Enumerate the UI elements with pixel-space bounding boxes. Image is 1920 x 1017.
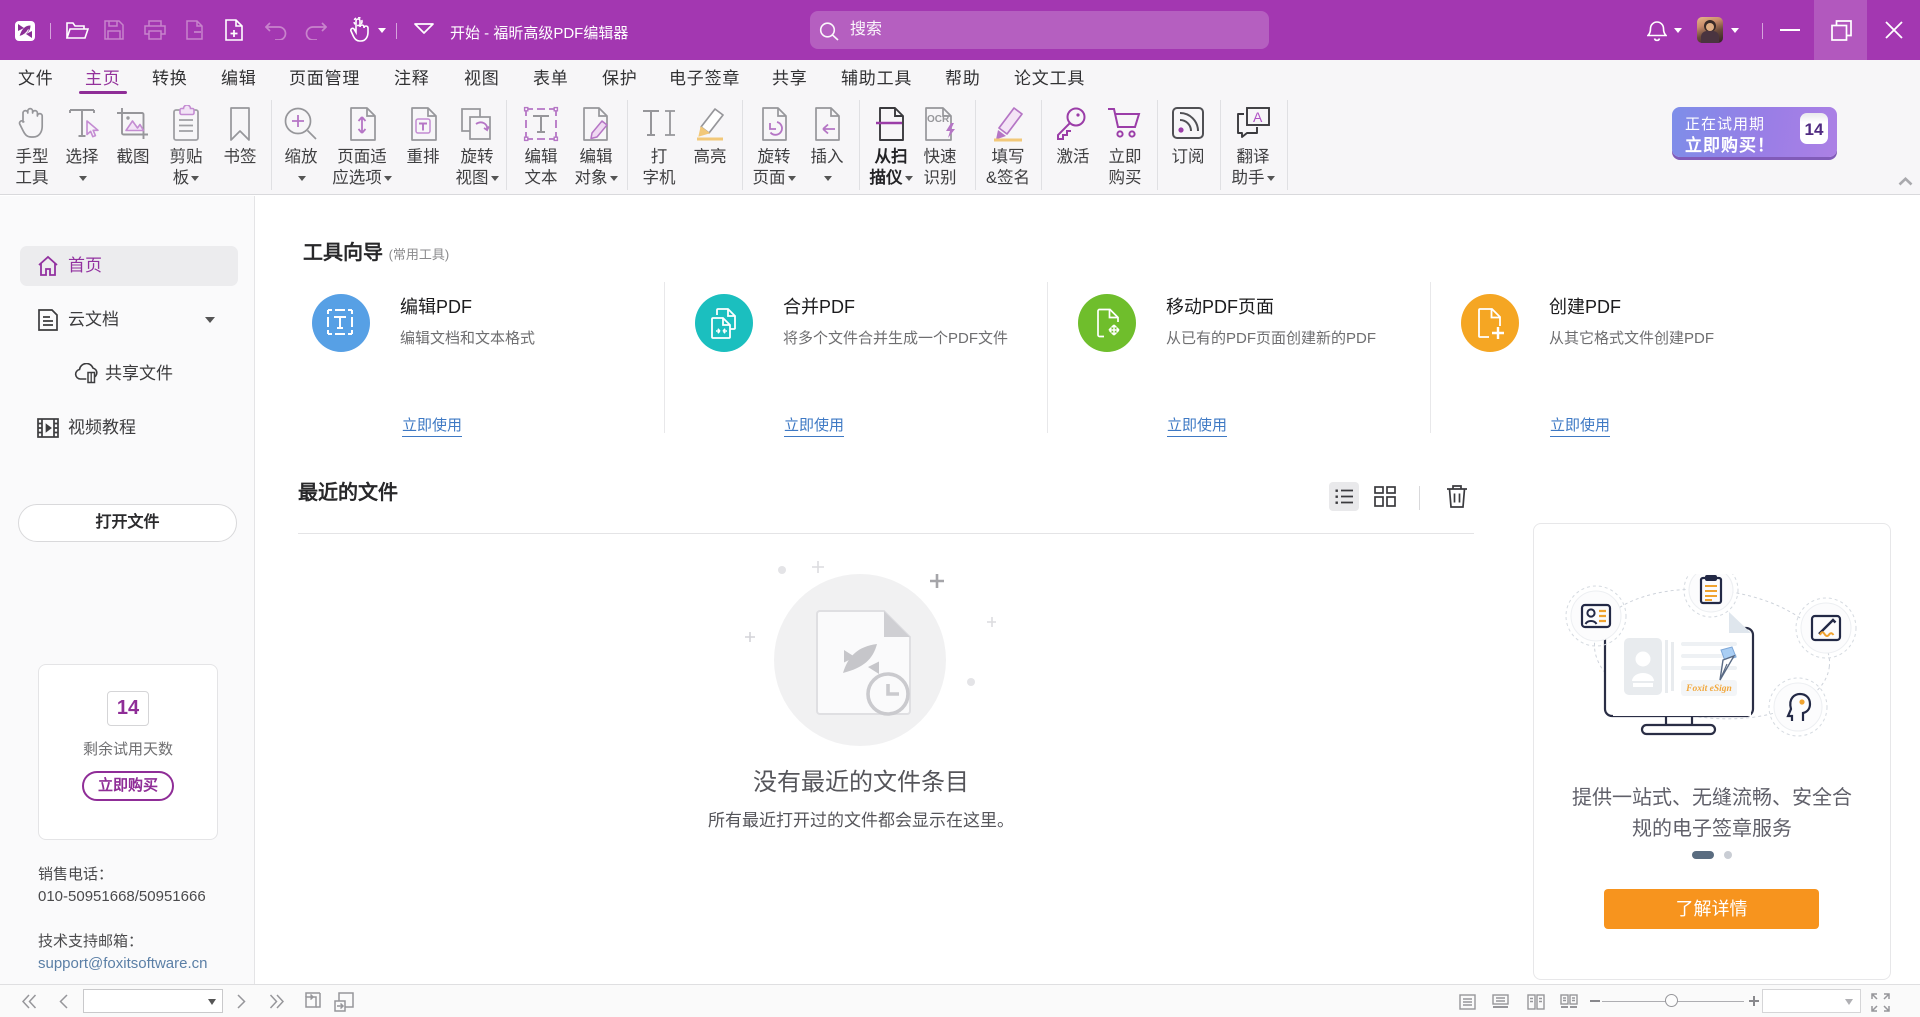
svg-text:OCR: OCR — [927, 114, 950, 125]
svg-text:A: A — [1253, 109, 1263, 125]
svg-text:Foxit eSign: Foxit eSign — [1685, 684, 1732, 694]
